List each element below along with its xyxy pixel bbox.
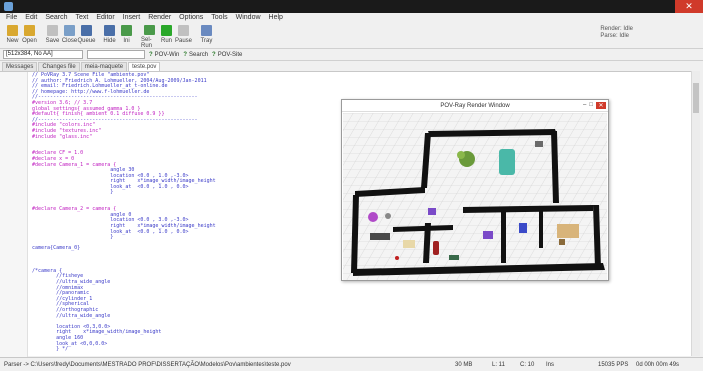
povwin-button[interactable]: ? POV-Win bbox=[149, 52, 179, 58]
menu-options[interactable]: Options bbox=[179, 13, 203, 23]
menu-tools[interactable]: Tools bbox=[211, 13, 227, 23]
menu-editor[interactable]: Editor bbox=[96, 13, 114, 23]
status-col: C: 10 bbox=[520, 362, 535, 368]
status-line: L: 11 bbox=[492, 362, 505, 368]
main-toolbar: New Open Save Close Queue Hide Ini Sel-Run Run Pa… bbox=[0, 23, 703, 49]
povray-app-window: ✕ File Edit Search Text Editor Insert Render Op… bbox=[0, 0, 703, 371]
render-window-controls: – □ ✕ bbox=[583, 102, 606, 109]
toolbar-label: Queue bbox=[77, 38, 96, 44]
status-bar: Parser -> C:\Users\fredy\Documents\MESTR… bbox=[0, 357, 703, 371]
code-text: // PoVRay 3.7 Scene File "ambiente.pov" /… bbox=[32, 72, 216, 353]
povsite-button[interactable]: ? POV-Site bbox=[212, 52, 242, 58]
queue-button[interactable]: Queue bbox=[77, 23, 96, 49]
run-button[interactable]: Run bbox=[158, 23, 175, 49]
open-folder-icon bbox=[24, 25, 35, 36]
tray-button[interactable]: Tray bbox=[198, 23, 215, 49]
menu-edit[interactable]: Edit bbox=[25, 13, 37, 23]
code-line: } */ bbox=[32, 346, 69, 353]
toolbar-label: Hide bbox=[103, 38, 116, 44]
toolbar-label: Close bbox=[61, 38, 78, 44]
search-button[interactable]: ? Search bbox=[183, 52, 208, 58]
close-file-icon bbox=[64, 25, 75, 36]
close-window-button[interactable]: ✕ bbox=[675, 0, 703, 13]
toolbar-label: Pause bbox=[175, 38, 193, 44]
ini-button[interactable]: Ini bbox=[118, 23, 135, 49]
help-icon: ? bbox=[212, 51, 216, 58]
new-button[interactable]: New bbox=[4, 23, 21, 49]
toolbar-label: Run bbox=[160, 38, 172, 44]
status-memory: 30 MB bbox=[455, 362, 473, 368]
title-bar: ✕ bbox=[0, 0, 703, 13]
menu-help[interactable]: Help bbox=[269, 13, 283, 23]
menu-file[interactable]: File bbox=[6, 13, 17, 23]
tab-changes-file[interactable]: Changes file bbox=[38, 62, 80, 71]
status-path: Parser -> C:\Users\fredy\Documents\MESTR… bbox=[4, 362, 291, 368]
menu-search[interactable]: Search bbox=[45, 13, 67, 23]
maximize-button[interactable]: □ bbox=[589, 102, 593, 109]
render-close-button[interactable]: ✕ bbox=[596, 102, 606, 109]
hide-button[interactable]: Hide bbox=[101, 23, 118, 49]
save-button[interactable]: Save bbox=[44, 23, 61, 49]
search-label: Search bbox=[189, 51, 209, 58]
help-icon: ? bbox=[149, 51, 153, 58]
menu-text[interactable]: Text bbox=[76, 13, 89, 23]
queue-icon bbox=[81, 25, 92, 36]
ini-icon bbox=[121, 25, 132, 36]
close-button[interactable]: Close bbox=[61, 23, 78, 49]
minimize-button[interactable]: – bbox=[583, 102, 586, 109]
new-file-icon bbox=[7, 25, 18, 36]
help-icon: ? bbox=[183, 51, 188, 58]
toolbar-label: Tray bbox=[200, 38, 213, 44]
toolbar-label: Save bbox=[45, 38, 60, 44]
open-button[interactable]: Open bbox=[21, 23, 38, 49]
tab-messages[interactable]: Messages bbox=[2, 62, 38, 71]
povray-app-icon bbox=[4, 2, 13, 11]
povsite-label: POV-Site bbox=[217, 51, 243, 58]
scrollbar-thumb[interactable] bbox=[693, 83, 699, 113]
render-status-text: Render: Idle bbox=[600, 26, 633, 32]
menu-render[interactable]: Render bbox=[148, 13, 171, 23]
tab-meia-maquete[interactable]: meia-maquete bbox=[80, 62, 128, 71]
document-tabs: Messages Changes file meia-maquete teste.po… bbox=[0, 62, 340, 71]
toolbar-label: New bbox=[6, 38, 19, 44]
toolbar-label: Sel-Run bbox=[141, 37, 153, 49]
status-pps: 15035 PPS bbox=[598, 362, 629, 368]
resolution-select[interactable]: [512x384, No AA] bbox=[3, 50, 83, 59]
tray-icon bbox=[201, 25, 212, 36]
sel-run-button[interactable]: Sel-Run bbox=[141, 23, 158, 49]
menu-bar: File Edit Search Text Editor Insert Render Opti… bbox=[0, 13, 703, 23]
povwin-label: POV-Win bbox=[154, 51, 180, 58]
run-icon bbox=[161, 25, 172, 36]
render-status-panel: Render: Idle Parse: Idle bbox=[600, 26, 633, 40]
editor-vertical-scrollbar[interactable] bbox=[691, 71, 700, 356]
parse-status-text: Parse: Idle bbox=[600, 33, 629, 39]
status-mode: Ins bbox=[546, 362, 555, 368]
status-time: 0d 00h 00m 49s bbox=[636, 362, 680, 368]
toolbar-label: Ini bbox=[123, 38, 130, 44]
menu-window[interactable]: Window bbox=[236, 13, 261, 23]
menu-insert[interactable]: Insert bbox=[123, 13, 141, 23]
rendered-floorplan-image bbox=[343, 113, 607, 280]
command-line-input[interactable] bbox=[87, 50, 145, 59]
line-number-gutter bbox=[0, 72, 28, 357]
save-icon bbox=[47, 25, 58, 36]
secondary-toolbar: [512x384, No AA] ? POV-Win ? Search ? POV-S… bbox=[0, 49, 703, 61]
sel-run-icon bbox=[144, 25, 155, 35]
pause-icon bbox=[178, 25, 189, 36]
render-window-title: POV-Ray Render Window bbox=[342, 100, 608, 112]
render-window[interactable]: POV-Ray Render Window – □ ✕ bbox=[341, 99, 609, 281]
pause-button[interactable]: Pause bbox=[175, 23, 192, 49]
tab-teste-pov[interactable]: teste.pov bbox=[128, 62, 161, 71]
toolbar-label: Open bbox=[22, 38, 37, 44]
hide-icon bbox=[104, 25, 115, 36]
